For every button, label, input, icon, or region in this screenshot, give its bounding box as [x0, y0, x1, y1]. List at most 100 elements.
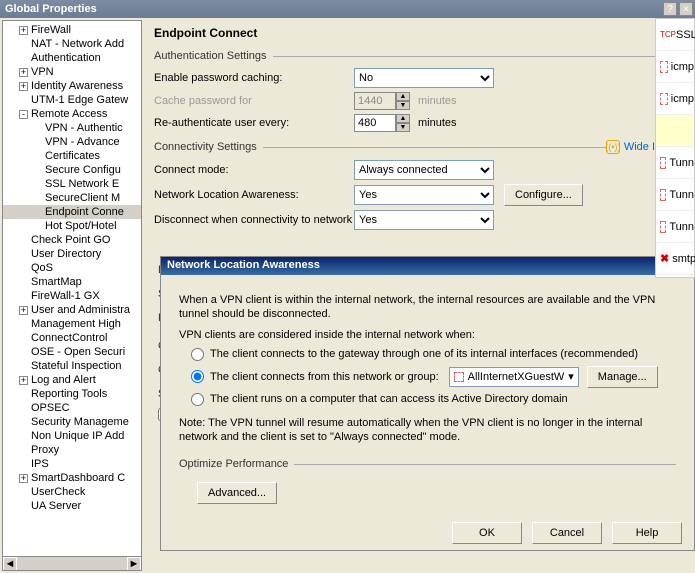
tree-item-label: FireWall	[31, 24, 71, 36]
service-icon	[660, 61, 668, 73]
nla-description: When a VPN client is within the internal…	[179, 293, 676, 322]
tree-item[interactable]: Check Point GO	[3, 233, 141, 247]
tree-item[interactable]: VPN - Authentic	[3, 121, 141, 135]
tree-item[interactable]: SSL Network E	[3, 177, 141, 191]
expand-icon[interactable]: -	[19, 110, 28, 119]
tree-item[interactable]: Stateful Inspection	[3, 359, 141, 373]
tree-item[interactable]: Management High	[3, 317, 141, 331]
tree-item[interactable]: OSE - Open Securi	[3, 345, 141, 359]
tree-item-label: VPN - Authentic	[45, 122, 123, 134]
tree-item[interactable]: QoS	[3, 261, 141, 275]
tree-item[interactable]: Security Manageme	[3, 415, 141, 429]
tree-item[interactable]: Non Unique IP Add	[3, 429, 141, 443]
tree-item-label: User Directory	[31, 248, 101, 260]
list-item[interactable]: TCP SSL	[656, 19, 694, 51]
advanced-button[interactable]: Advanced...	[197, 482, 277, 504]
tree-item[interactable]: Secure Configu	[3, 163, 141, 177]
tree-item[interactable]: UA Server	[3, 499, 141, 513]
tree-item[interactable]: +User and Administra	[3, 303, 141, 317]
list-item[interactable]: Tunn	[656, 179, 694, 211]
list-item[interactable]: Tunn	[656, 211, 694, 243]
tree-item-label: Proxy	[31, 444, 59, 456]
spin-up-icon[interactable]: ▲	[396, 114, 410, 123]
tree-item[interactable]: SmartMap	[3, 275, 141, 289]
cache-for-label: Cache password for	[154, 95, 354, 107]
optimize-section-header: Optimize Performance	[179, 458, 676, 470]
list-item[interactable]: icmp	[656, 51, 694, 83]
spin-down-icon[interactable]: ▼	[396, 123, 410, 132]
wide-impact-icon: ((•))	[606, 140, 620, 154]
expand-icon[interactable]: +	[19, 82, 28, 91]
tree-item-label: NAT - Network Add	[31, 38, 124, 50]
tree-item[interactable]: Proxy	[3, 443, 141, 457]
tree-item[interactable]: FireWall-1 GX	[3, 289, 141, 303]
tree-item-label: UA Server	[31, 500, 81, 512]
tree-item-label: Endpoint Conne	[45, 206, 124, 218]
expand-icon[interactable]: +	[19, 306, 28, 315]
service-icon	[660, 221, 666, 233]
close-button[interactable]: ×	[679, 2, 693, 16]
connect-mode-select[interactable]: Always connected	[354, 160, 494, 180]
cancel-button[interactable]: Cancel	[532, 522, 602, 544]
tree-item[interactable]: NAT - Network Add	[3, 37, 141, 51]
network-group-select[interactable]: AllInternetXGuestW▾	[449, 367, 579, 387]
configure-button[interactable]: Configure...	[504, 184, 583, 206]
list-item[interactable]: ✖smtp	[656, 243, 694, 275]
tree-item[interactable]: Reporting Tools	[3, 387, 141, 401]
tree-item-label: Reporting Tools	[31, 388, 107, 400]
spin-down-icon: ▼	[396, 101, 410, 110]
enable-caching-select[interactable]: No	[354, 68, 494, 88]
tree-scrollbar[interactable]: ◄►	[3, 556, 141, 570]
list-item[interactable]	[656, 115, 694, 147]
ok-button[interactable]: OK	[452, 522, 522, 544]
tree-item[interactable]: UserCheck	[3, 485, 141, 499]
tree-item[interactable]: IPS	[3, 457, 141, 471]
tree-item[interactable]: +Identity Awareness	[3, 79, 141, 93]
tree-item-label: Log and Alert	[31, 374, 96, 386]
tree-item[interactable]: ConnectControl	[3, 331, 141, 345]
tree-item-label: SmartMap	[31, 276, 82, 288]
reauth-label: Re-authenticate user every:	[154, 117, 354, 129]
tree-item[interactable]: Certificates	[3, 149, 141, 163]
tree-item-label: Remote Access	[31, 108, 107, 120]
enable-caching-label: Enable password caching:	[154, 72, 354, 84]
service-icon	[660, 189, 666, 201]
help-button[interactable]: Help	[612, 522, 682, 544]
nla-opt-ad-radio[interactable]	[191, 393, 204, 406]
right-panel: TCP SSLicmpicmpTunnTunnTunn✖smtp	[655, 18, 695, 278]
tree-item[interactable]: +FireWall	[3, 23, 141, 37]
expand-icon[interactable]: +	[19, 474, 28, 483]
nla-opt-gateway-radio[interactable]	[191, 348, 204, 361]
nav-tree[interactable]: +FireWallNAT - Network AddAuthentication…	[2, 20, 142, 571]
tree-item[interactable]: +SmartDashboard C	[3, 471, 141, 485]
list-item[interactable]: icmp	[656, 83, 694, 115]
help-button[interactable]: ?	[663, 2, 677, 16]
tree-item[interactable]: SecureClient M	[3, 191, 141, 205]
expand-icon[interactable]: +	[19, 68, 28, 77]
tree-item-label: Certificates	[45, 150, 100, 162]
tree-item[interactable]: OPSEC	[3, 401, 141, 415]
reauth-input[interactable]	[354, 114, 396, 132]
tree-item-label: VPN - Advance	[45, 136, 120, 148]
disconnect-select[interactable]: Yes	[354, 210, 494, 230]
tree-item-label: VPN	[31, 66, 54, 78]
tree-item[interactable]: Authentication	[3, 51, 141, 65]
tree-item[interactable]: UTM-1 Edge Gatew	[3, 93, 141, 107]
tree-item[interactable]: -Remote Access	[3, 107, 141, 121]
list-item[interactable]: Tunn	[656, 147, 694, 179]
tree-item[interactable]: +VPN	[3, 65, 141, 79]
tree-item[interactable]: Hot Spot/Hotel	[3, 219, 141, 233]
expand-icon[interactable]: +	[19, 376, 28, 385]
nla-select[interactable]: Yes	[354, 185, 494, 205]
cache-for-input	[354, 92, 396, 110]
nla-opt-network-radio[interactable]	[191, 370, 204, 383]
conn-section-header: Connectivity Settings ((•))Wide Impact	[154, 140, 685, 154]
tree-item-label: Security Manageme	[31, 416, 129, 428]
tree-item[interactable]: +Log and Alert	[3, 373, 141, 387]
manage-button[interactable]: Manage...	[587, 366, 658, 388]
tree-item[interactable]: User Directory	[3, 247, 141, 261]
tree-item[interactable]: Endpoint Conne	[3, 205, 141, 219]
tree-item[interactable]: VPN - Advance	[3, 135, 141, 149]
expand-icon[interactable]: +	[19, 26, 28, 35]
tree-item-label: Non Unique IP Add	[31, 430, 124, 442]
